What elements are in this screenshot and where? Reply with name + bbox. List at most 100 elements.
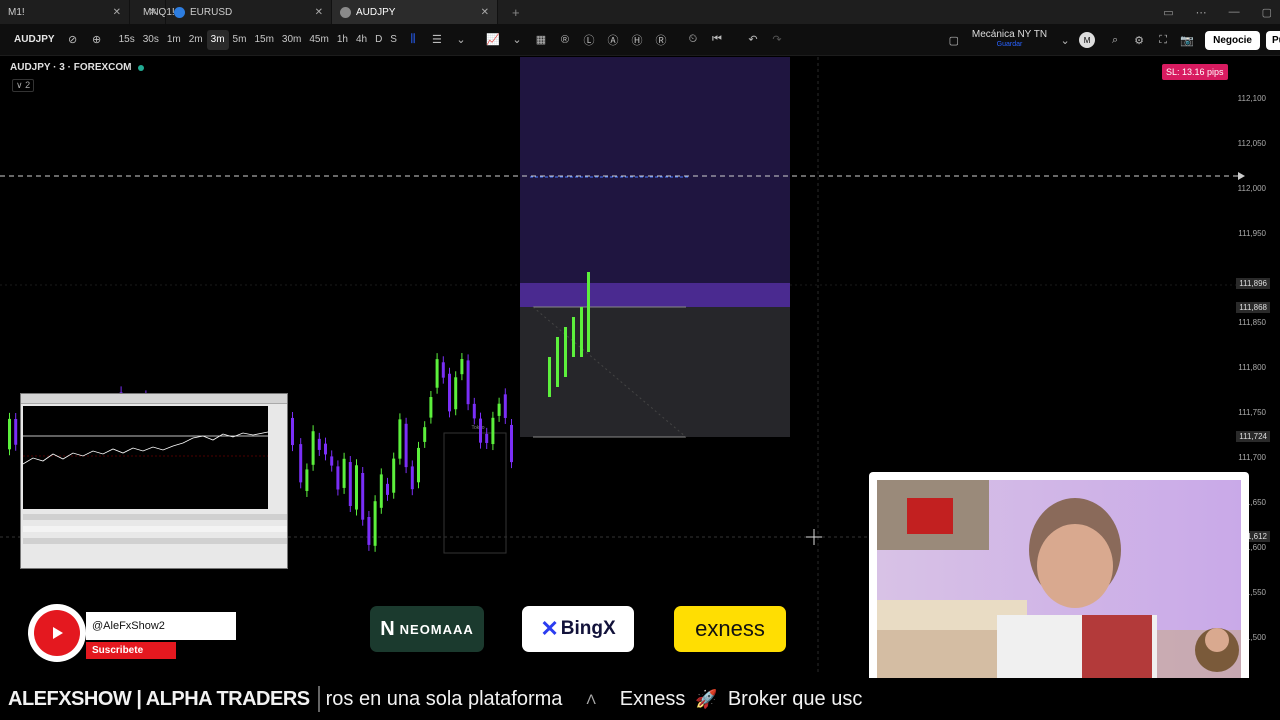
price-label-highlight: 111,896: [1236, 278, 1270, 289]
more-icon[interactable]: ⋯: [1196, 6, 1207, 19]
timeframe-list: 15s 30s 1m 2m 3m 5m 15m 30m 45m 1h 4h D S: [115, 29, 401, 50]
sponsor-bingx-logo: ✕ BingX: [522, 606, 634, 652]
rocket-icon: 🚀: [695, 688, 718, 709]
youtube-play-icon: [34, 610, 80, 656]
camera-icon[interactable]: 📷: [1177, 30, 1197, 50]
bull-candle: [587, 272, 590, 352]
toolbar-right: ▢ Mecánica NY TN Guardar ⌄ M ⌕ ⚙ ⛶ 📷 Neg…: [942, 24, 1280, 56]
indicators-icon[interactable]: ☰: [427, 30, 447, 50]
layout-status: Guardar: [996, 41, 1023, 48]
browser-tab-4[interactable]: AUDJPY ✕: [332, 0, 498, 24]
window-controls: ▭ ⋯ — ▢: [1163, 0, 1272, 24]
mt-toolbar: [21, 394, 287, 404]
tab-title: AUDJPY: [356, 6, 396, 18]
maximize-icon[interactable]: ▢: [1262, 6, 1272, 19]
undo-icon[interactable]: ↶: [743, 30, 763, 50]
stop-loss-zone: [520, 57, 790, 306]
session-label: Tokyo: [471, 425, 484, 431]
timeframe-1m[interactable]: 1m: [163, 30, 185, 50]
youtube-logo: [28, 604, 86, 662]
chevron-down-icon[interactable]: ⌄: [1055, 30, 1075, 50]
timeframe-45m[interactable]: 45m: [305, 30, 332, 50]
price-label: 112,050: [1237, 139, 1266, 148]
close-icon[interactable]: ✕: [315, 7, 323, 18]
tab-title: EURUSD: [190, 6, 233, 18]
fullscreen-icon[interactable]: ⛶: [1153, 30, 1173, 50]
compare-icon[interactable]: ⊘: [63, 30, 83, 50]
layout-icon[interactable]: ▢: [944, 30, 964, 50]
timeframe-D[interactable]: D: [371, 30, 386, 50]
add-symbol-icon[interactable]: ⊕: [87, 30, 107, 50]
mt-chart-svg: [22, 431, 269, 465]
l-icon[interactable]: Ⓛ: [579, 30, 599, 50]
chevron-down-icon[interactable]: ⌄: [451, 30, 471, 50]
settings-icon[interactable]: ⚙: [1129, 30, 1149, 50]
entry-zone: [520, 283, 790, 307]
timeframe-30m[interactable]: 30m: [278, 30, 305, 50]
bull-candle: [580, 307, 583, 357]
candle-type-icon[interactable]: ⫼: [403, 30, 423, 50]
chart-legend[interactable]: AUDJPY · 3 · FOREXCOM: [10, 62, 144, 73]
close-icon[interactable]: ✕: [481, 7, 489, 18]
price-label: 111,850: [1238, 318, 1266, 327]
bull-candle: [572, 317, 575, 357]
sponsor-name: NEOMAAA: [399, 621, 474, 637]
h-icon[interactable]: Ⓗ: [627, 30, 647, 50]
sponsor-name: BingX: [560, 618, 616, 639]
browser-tab-2[interactable]: MNQ1! ✕: [0, 0, 175, 24]
timeframe-3m[interactable]: 3m: [206, 29, 229, 50]
trade-button[interactable]: Negocie: [1205, 30, 1260, 50]
webcam-image: [877, 480, 1241, 686]
ticker-message: Broker que usc: [727, 687, 863, 710]
layout-grid-icon[interactable]: ▦: [531, 30, 551, 50]
arrow-icon: [1238, 172, 1245, 180]
layout-name[interactable]: Mecánica NY TN Guardar: [972, 30, 1047, 50]
price-label: 111,700: [1238, 453, 1266, 462]
publish-button[interactable]: Publicar: [1266, 30, 1280, 50]
close-icon[interactable]: ✕: [149, 7, 157, 18]
replay-r-icon[interactable]: ®: [555, 30, 575, 50]
screen-icon[interactable]: ▭: [1163, 6, 1173, 19]
symbol-search-button[interactable]: AUDJPY: [8, 29, 61, 51]
price-label: 112,000: [1237, 184, 1266, 193]
subscribe-label: Suscribete: [86, 642, 176, 659]
sponsor-exness-logo: exness: [674, 606, 786, 652]
chart-toolbar: AUDJPY ⊘ ⊕ 15s 30s 1m 2m 3m 5m 15m 30m 45m 1h 4h D S…: [0, 24, 1280, 56]
chart-indicators-icon[interactable]: 📈: [483, 30, 503, 50]
sponsor-neomaaa-logo: N NEOMAAA: [370, 606, 484, 652]
timeframe-30s[interactable]: 30s: [139, 30, 163, 50]
r-icon[interactable]: Ⓡ: [651, 30, 671, 50]
redo-icon[interactable]: ↷: [767, 30, 787, 50]
alert-icon[interactable]: Ⓐ: [603, 30, 623, 50]
timeframe-15s[interactable]: 15s: [115, 30, 139, 50]
webcam-feed: [869, 472, 1249, 694]
bingx-x-icon: ✕: [540, 616, 559, 641]
mt-mini-chart: [22, 406, 269, 509]
timeframe-4h[interactable]: 4h: [352, 30, 371, 50]
ticker-divider: [317, 686, 320, 712]
minimize-icon[interactable]: —: [1229, 6, 1240, 18]
currency-icon: [174, 6, 185, 18]
legend-collapse[interactable]: ∨ 2: [12, 79, 35, 92]
search-icon[interactable]: ⌕: [1105, 30, 1125, 50]
news-ticker: ALEFXSHOW | ALPHA TRADERS ros en una sol…: [0, 678, 1280, 720]
neomaaa-n-icon: N: [380, 617, 396, 640]
timeframe-5m[interactable]: 5m: [229, 30, 251, 50]
chevron-down-icon[interactable]: ⌄: [507, 30, 527, 50]
timeframe-15m[interactable]: 15m: [250, 30, 277, 50]
legend-title: AUDJPY · 3 · FOREXCOM: [10, 62, 132, 73]
metatrader-panel: [20, 393, 288, 569]
streamer-video-frame: [877, 480, 1241, 686]
timeframe-S[interactable]: S: [386, 30, 401, 50]
ticker-brand: ALEFXSHOW | ALPHA TRADERS: [8, 687, 310, 710]
timeframe-2m[interactable]: 2m: [185, 30, 207, 50]
ticker-message: Exness: [619, 687, 686, 710]
youtube-handle: @AleFxShow2: [86, 612, 236, 640]
session-box: [443, 432, 507, 554]
new-tab-button[interactable]: +: [512, 5, 520, 20]
timeframe-1h[interactable]: 1h: [333, 30, 352, 50]
replay-icon[interactable]: ⏮: [707, 30, 727, 50]
avatar[interactable]: M: [1079, 32, 1096, 48]
browser-tab-3[interactable]: EURUSD ✕: [166, 0, 332, 24]
alert-clock-icon[interactable]: ⏲: [683, 30, 703, 50]
